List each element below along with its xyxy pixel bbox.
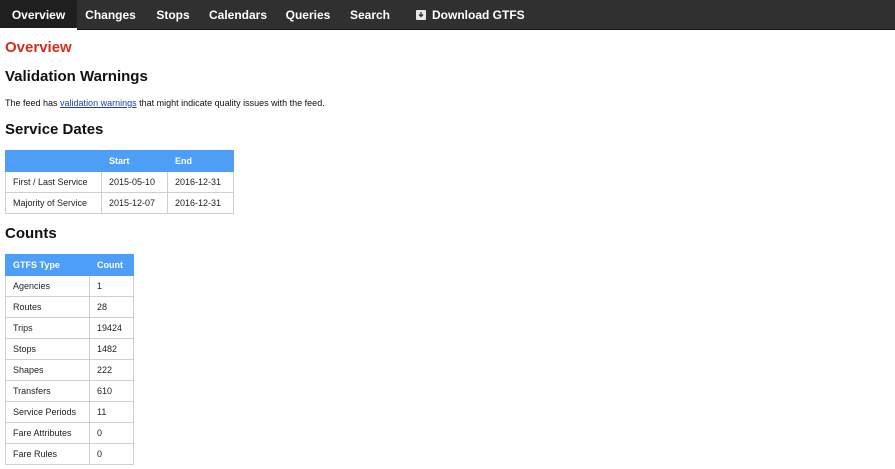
nav-download-label: Download GTFS <box>432 8 525 22</box>
validation-text-after: that might indicate quality issues with … <box>136 98 325 108</box>
table-cell: 2015-12-07 <box>101 192 168 214</box>
column-header: Start <box>101 150 168 172</box>
table-cell: Agencies <box>5 275 90 297</box>
nav-overview[interactable]: Overview <box>0 0 77 30</box>
table-cell: Routes <box>5 296 90 318</box>
top-navbar: Overview Changes Stops Calendars Queries… <box>0 0 895 30</box>
table-header-row: GTFS Type Count <box>5 254 134 276</box>
table-cell: Majority of Service <box>5 192 102 214</box>
table-row: Trips 19424 <box>5 317 134 339</box>
table-cell: 222 <box>89 359 134 381</box>
table-cell: 2015-05-10 <box>101 171 168 193</box>
table-row: First / Last Service 2015-05-10 2016-12-… <box>5 171 234 193</box>
table-row: Transfers 610 <box>5 380 134 402</box>
table-cell: Trips <box>5 317 90 339</box>
validation-text: The feed has validation warnings that mi… <box>5 98 325 108</box>
table-cell: Fare Rules <box>5 443 90 465</box>
table-row: Fare Rules 0 <box>5 443 134 465</box>
counts-table: GTFS Type Count Agencies 1 Routes 28 Trips… <box>5 254 134 465</box>
table-cell: 2016-12-31 <box>167 171 234 193</box>
table-cell: Service Periods <box>5 401 90 423</box>
table-cell: 11 <box>89 401 134 423</box>
table-row: Routes 28 <box>5 296 134 318</box>
table-cell: 1482 <box>89 338 134 360</box>
table-cell: Shapes <box>5 359 90 381</box>
table-cell: 610 <box>89 380 134 402</box>
table-header-row: Start End <box>5 150 234 172</box>
table-cell: 0 <box>89 443 134 465</box>
download-icon <box>416 10 426 20</box>
table-cell: 0 <box>89 422 134 444</box>
validation-heading: Validation Warnings <box>5 68 148 85</box>
service-dates-heading: Service Dates <box>5 121 104 138</box>
nav-changes[interactable]: Changes <box>80 0 141 30</box>
table-cell: Stops <box>5 338 90 360</box>
table-cell: 28 <box>89 296 134 318</box>
table-cell: 2016-12-31 <box>167 192 234 214</box>
table-cell: 19424 <box>89 317 134 339</box>
table-cell: Transfers <box>5 380 90 402</box>
nav-download-gtfs[interactable]: Download GTFS <box>416 0 525 30</box>
table-cell: 1 <box>89 275 134 297</box>
counts-heading: Counts <box>5 225 57 242</box>
column-header: Count <box>89 254 134 276</box>
table-row: Majority of Service 2015-12-07 2016-12-3… <box>5 192 234 214</box>
table-row: Stops 1482 <box>5 338 134 360</box>
nav-calendars[interactable]: Calendars <box>206 0 270 30</box>
table-row: Service Periods 11 <box>5 401 134 423</box>
table-row: Shapes 222 <box>5 359 134 381</box>
nav-queries[interactable]: Queries <box>282 0 334 30</box>
table-cell: Fare Attributes <box>5 422 90 444</box>
validation-text-before: The feed has <box>5 98 61 108</box>
table-row: Agencies 1 <box>5 275 134 297</box>
table-row: Fare Attributes 0 <box>5 422 134 444</box>
page-title: Overview <box>5 39 72 56</box>
nav-search[interactable]: Search <box>346 0 394 30</box>
validation-warnings-link[interactable]: validation warnings <box>60 98 137 108</box>
table-cell: First / Last Service <box>5 171 102 193</box>
service-dates-table: Start End First / Last Service 2015-05-1… <box>5 150 234 214</box>
column-header: GTFS Type <box>5 254 90 276</box>
column-header <box>5 150 102 172</box>
column-header: End <box>167 150 234 172</box>
nav-stops[interactable]: Stops <box>152 0 194 30</box>
